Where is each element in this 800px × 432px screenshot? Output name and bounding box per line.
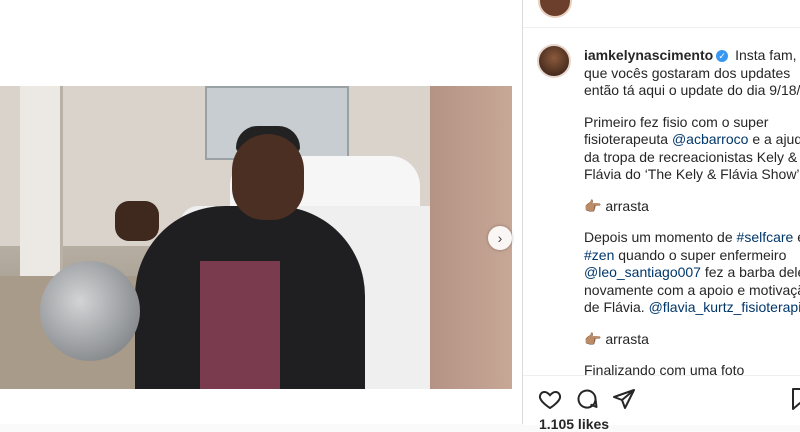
video-scene-fist xyxy=(115,201,159,241)
share-icon xyxy=(613,389,635,409)
chevron-right-icon: › xyxy=(497,230,503,246)
likes-count[interactable]: 1.105 likes xyxy=(539,416,609,432)
caption-avatar[interactable] xyxy=(537,44,571,78)
header-divider xyxy=(523,27,800,28)
heart-icon xyxy=(538,390,562,410)
verified-badge-icon: ✓ xyxy=(716,50,729,63)
caption-swipe: 👉🏽 arrasta xyxy=(584,197,649,214)
video-scene-therapy-machine xyxy=(40,261,140,361)
like-button[interactable] xyxy=(537,386,563,412)
share-button[interactable] xyxy=(611,386,637,412)
post-media: › xyxy=(0,0,522,424)
caption-username[interactable]: iamkelynascimento xyxy=(584,47,713,63)
video-scene-head xyxy=(232,134,304,220)
save-button[interactable] xyxy=(787,386,800,412)
caption-para4-c: quando o super enfermeiro xyxy=(618,246,787,263)
next-slide-button[interactable]: › xyxy=(488,226,512,250)
caption: iamkelynascimento✓ Insta fam, vi que voc… xyxy=(584,47,800,394)
video-scene-shirt xyxy=(200,261,280,389)
mention-link[interactable]: @flavia_kurtz_fisioterapia xyxy=(649,299,800,315)
hashtag-link[interactable]: #zen xyxy=(584,247,614,263)
post-side-panel: iamkelynascimento✓ Insta fam, vi que voc… xyxy=(522,0,800,432)
caption-swipe: 👉🏽 arrasta xyxy=(584,330,649,347)
mention-link[interactable]: @acbarroco xyxy=(672,131,748,147)
hashtag-link[interactable]: #selfcare xyxy=(737,229,794,245)
post-video[interactable] xyxy=(0,86,512,389)
header-avatar[interactable] xyxy=(538,0,572,18)
comment-icon xyxy=(577,389,598,409)
comment-button[interactable] xyxy=(574,386,600,412)
bookmark-icon xyxy=(792,388,800,410)
mention-link[interactable]: @leo_santiago007 xyxy=(584,264,701,280)
caption-para4-a: Depois um momento de xyxy=(584,229,733,245)
